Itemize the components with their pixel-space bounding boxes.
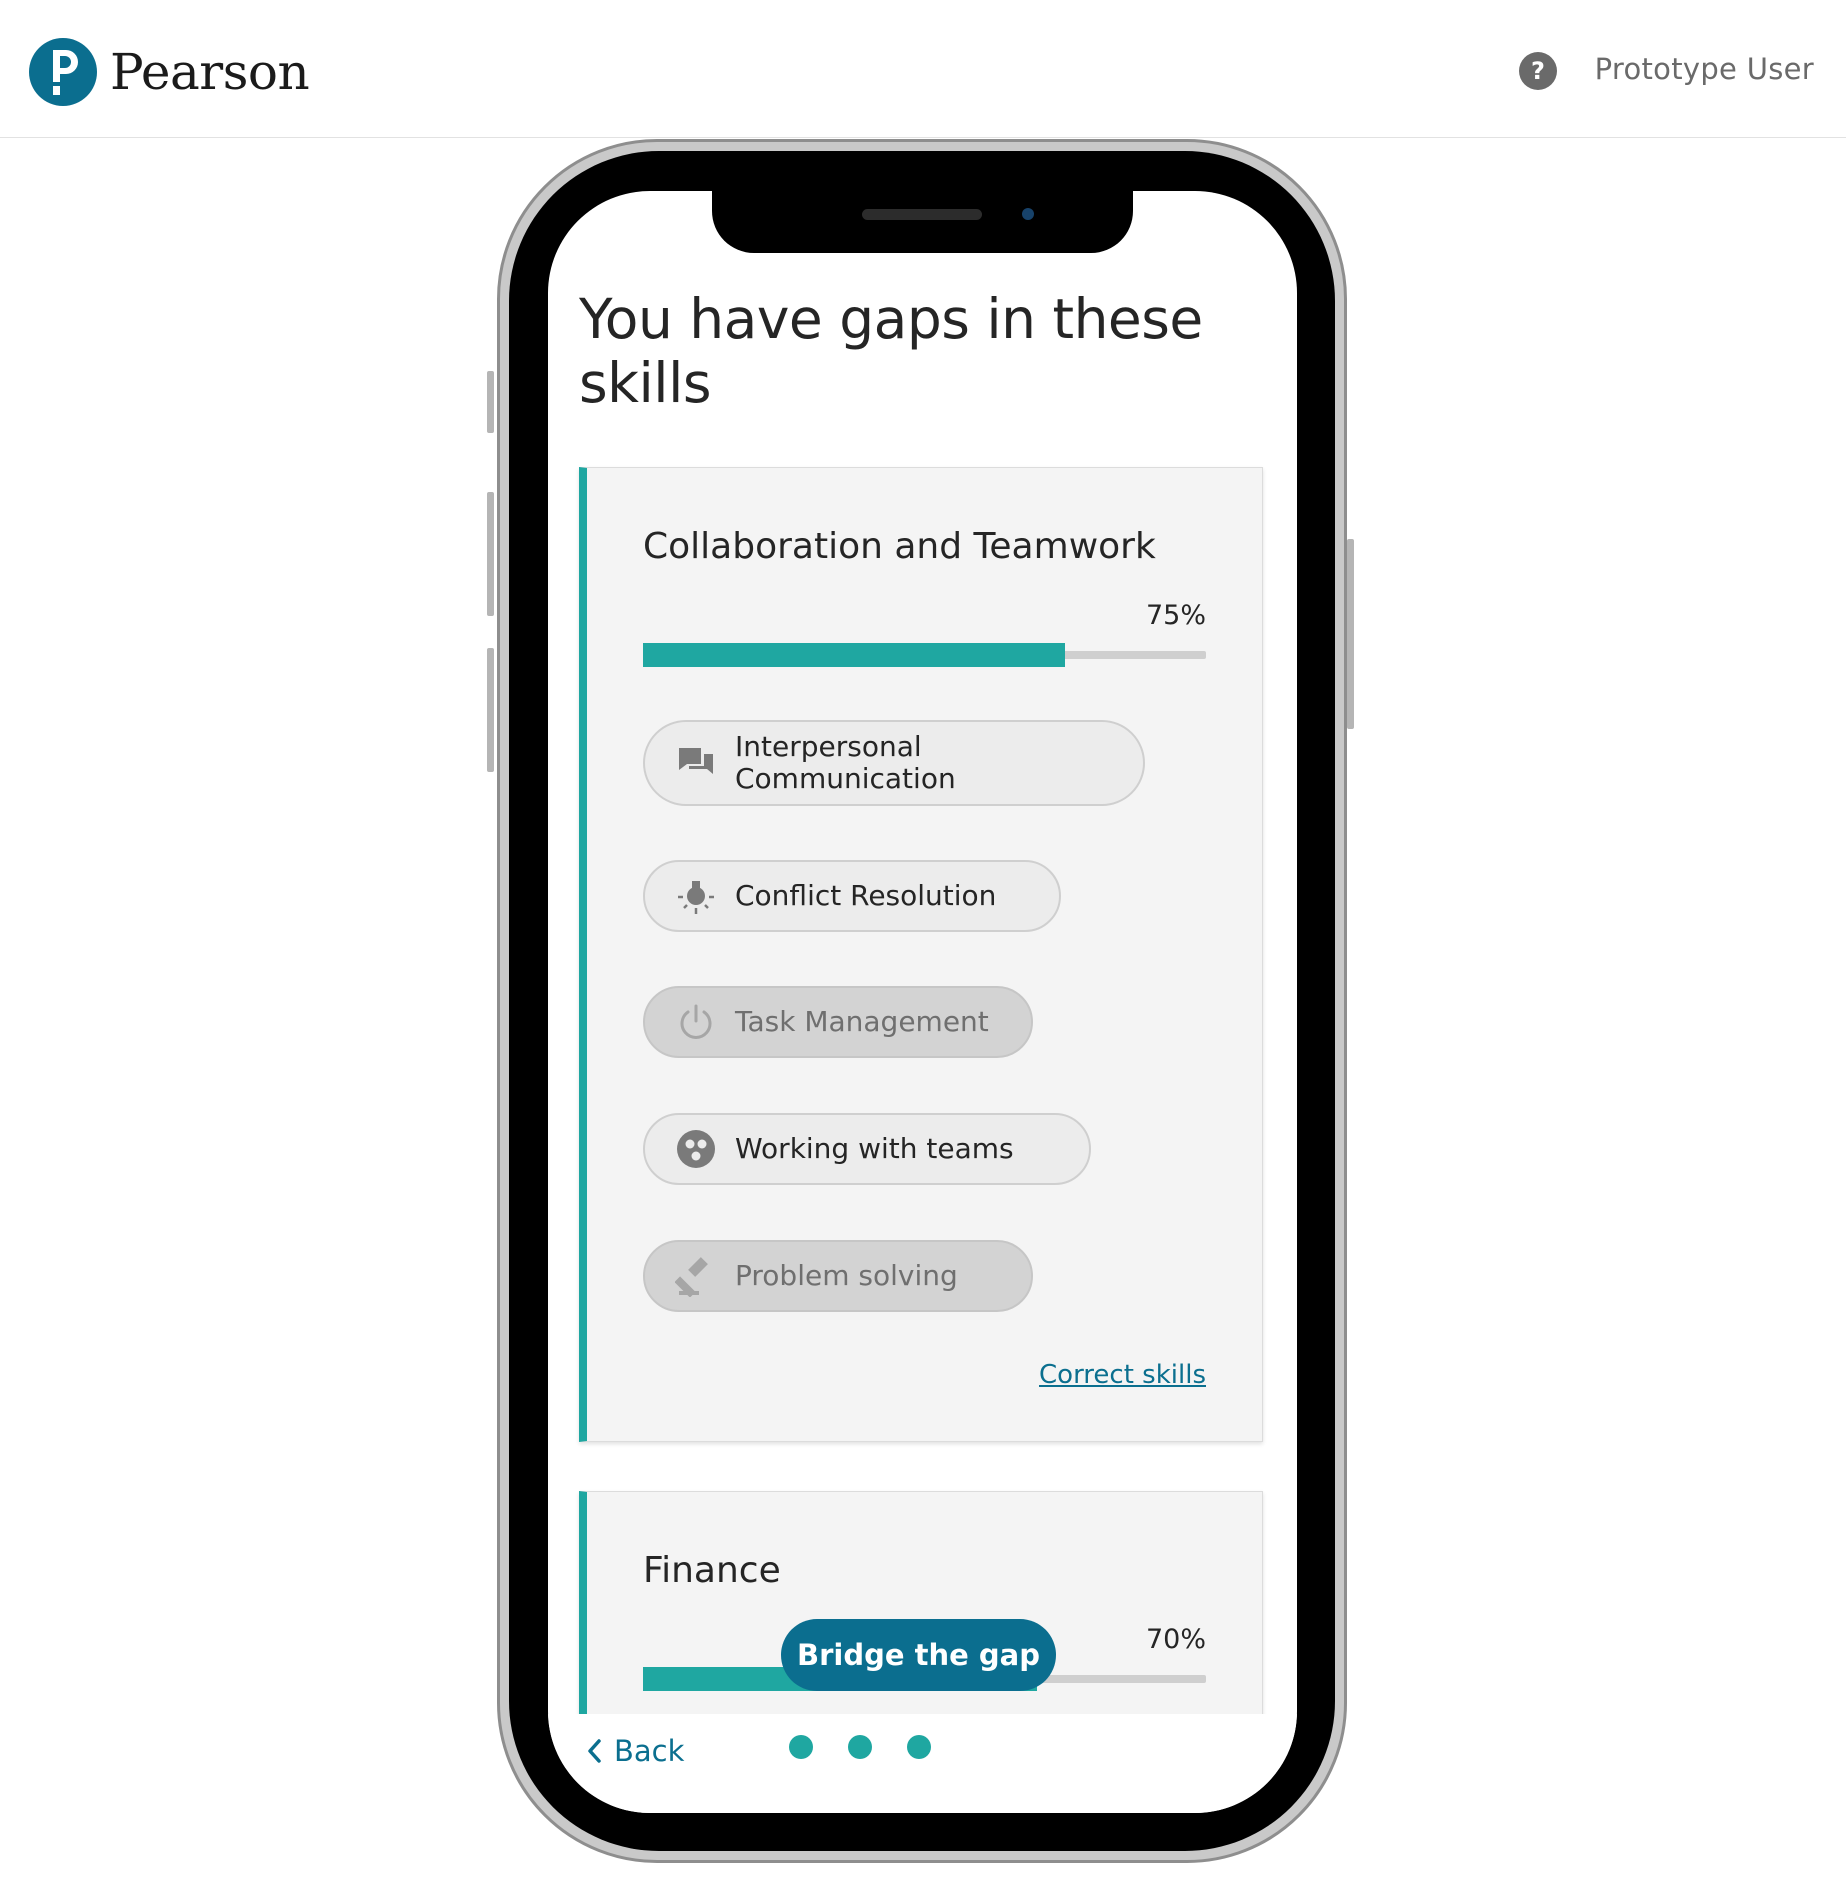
chat-bubbles-icon bbox=[679, 748, 713, 774]
skill-label: Working with teams bbox=[735, 1132, 1014, 1165]
skill-chip-problem-solving[interactable]: Problem solving bbox=[643, 1240, 1033, 1312]
silent-switch bbox=[487, 371, 494, 433]
phone-notch bbox=[712, 191, 1133, 253]
gavel-icon bbox=[675, 1257, 708, 1297]
help-icon[interactable]: ? bbox=[1519, 52, 1557, 90]
power-button bbox=[1347, 539, 1354, 729]
progress-percent: 75% bbox=[1145, 600, 1206, 631]
skill-label: Conflict Resolution bbox=[735, 879, 997, 912]
bridge-the-gap-button[interactable]: Bridge the gap bbox=[781, 1619, 1056, 1691]
pagination-dot-3[interactable] bbox=[907, 1735, 931, 1759]
skill-label: Interpersonal Communication bbox=[735, 731, 956, 795]
volume-up-button bbox=[487, 492, 494, 616]
skill-label: Task Management bbox=[735, 1005, 989, 1038]
progress-percent: 70% bbox=[1145, 1624, 1206, 1655]
screen-content[interactable]: You have gaps in these skills Collaborat… bbox=[548, 191, 1297, 1714]
skill-chip-task-management[interactable]: Task Management bbox=[643, 986, 1033, 1058]
front-camera bbox=[1022, 208, 1034, 220]
back-button[interactable]: Back bbox=[586, 1734, 684, 1768]
team-icon bbox=[677, 1130, 715, 1168]
brand-name: Pearson bbox=[110, 43, 310, 101]
phone-screen: You have gaps in these skills Collaborat… bbox=[548, 191, 1297, 1813]
pagination-dot-1[interactable] bbox=[789, 1735, 813, 1759]
skill-label-line-1: Interpersonal bbox=[735, 730, 922, 763]
back-label: Back bbox=[614, 1734, 685, 1768]
skill-chip-interpersonal-communication[interactable]: Interpersonal Communication bbox=[643, 720, 1145, 806]
skill-label-line-2: Communication bbox=[735, 762, 956, 795]
user-menu[interactable]: Prototype User bbox=[1595, 52, 1814, 86]
top-bar: Pearson ? Prototype User bbox=[0, 0, 1846, 138]
power-icon bbox=[680, 1004, 712, 1039]
pagination-dot-2[interactable] bbox=[848, 1735, 872, 1759]
correct-skills-link[interactable]: Correct skills bbox=[1039, 1360, 1206, 1390]
card-title: Collaboration and Teamwork bbox=[643, 526, 1156, 567]
bottom-nav: Back bbox=[548, 1714, 1297, 1813]
skill-chip-conflict-resolution[interactable]: Conflict Resolution bbox=[643, 860, 1061, 932]
progress-bar bbox=[643, 643, 1206, 667]
pearson-logo-icon bbox=[29, 38, 97, 106]
pearson-logo[interactable]: Pearson bbox=[28, 34, 310, 110]
page-title: You have gaps in these skills bbox=[579, 287, 1203, 415]
progress-bar-fill bbox=[643, 643, 1066, 667]
card-title: Finance bbox=[643, 1550, 781, 1591]
skill-chip-working-with-teams[interactable]: Working with teams bbox=[643, 1113, 1091, 1185]
skill-card-collaboration: Collaboration and Teamwork 75% Interpers… bbox=[579, 467, 1263, 1442]
skill-label: Problem solving bbox=[735, 1259, 958, 1292]
volume-down-button bbox=[487, 648, 494, 772]
lightbulb-icon bbox=[678, 881, 714, 914]
speaker-grille bbox=[862, 209, 982, 220]
chevron-left-icon bbox=[588, 1739, 601, 1763]
